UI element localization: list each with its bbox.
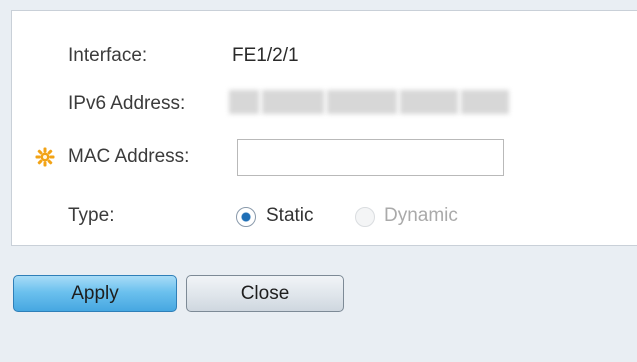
type-dynamic-radio: [355, 207, 375, 227]
type-static-label[interactable]: Static: [266, 205, 314, 227]
ipv6-address-label: IPv6 Address:: [68, 93, 186, 114]
interface-label: Interface:: [68, 45, 148, 66]
apply-button[interactable]: Apply: [13, 275, 177, 312]
required-asterisk-icon: [35, 147, 55, 167]
close-button[interactable]: Close: [186, 275, 344, 312]
type-dynamic-label: Dynamic: [384, 205, 458, 226]
interface-value: FE1/2/1: [232, 45, 299, 66]
mac-address-label: MAC Address:: [68, 146, 190, 167]
mac-address-input[interactable]: [237, 139, 504, 176]
type-static-radio[interactable]: [236, 207, 256, 227]
type-label: Type:: [68, 205, 115, 226]
ipv6-address-value-redacted: [229, 90, 529, 114]
